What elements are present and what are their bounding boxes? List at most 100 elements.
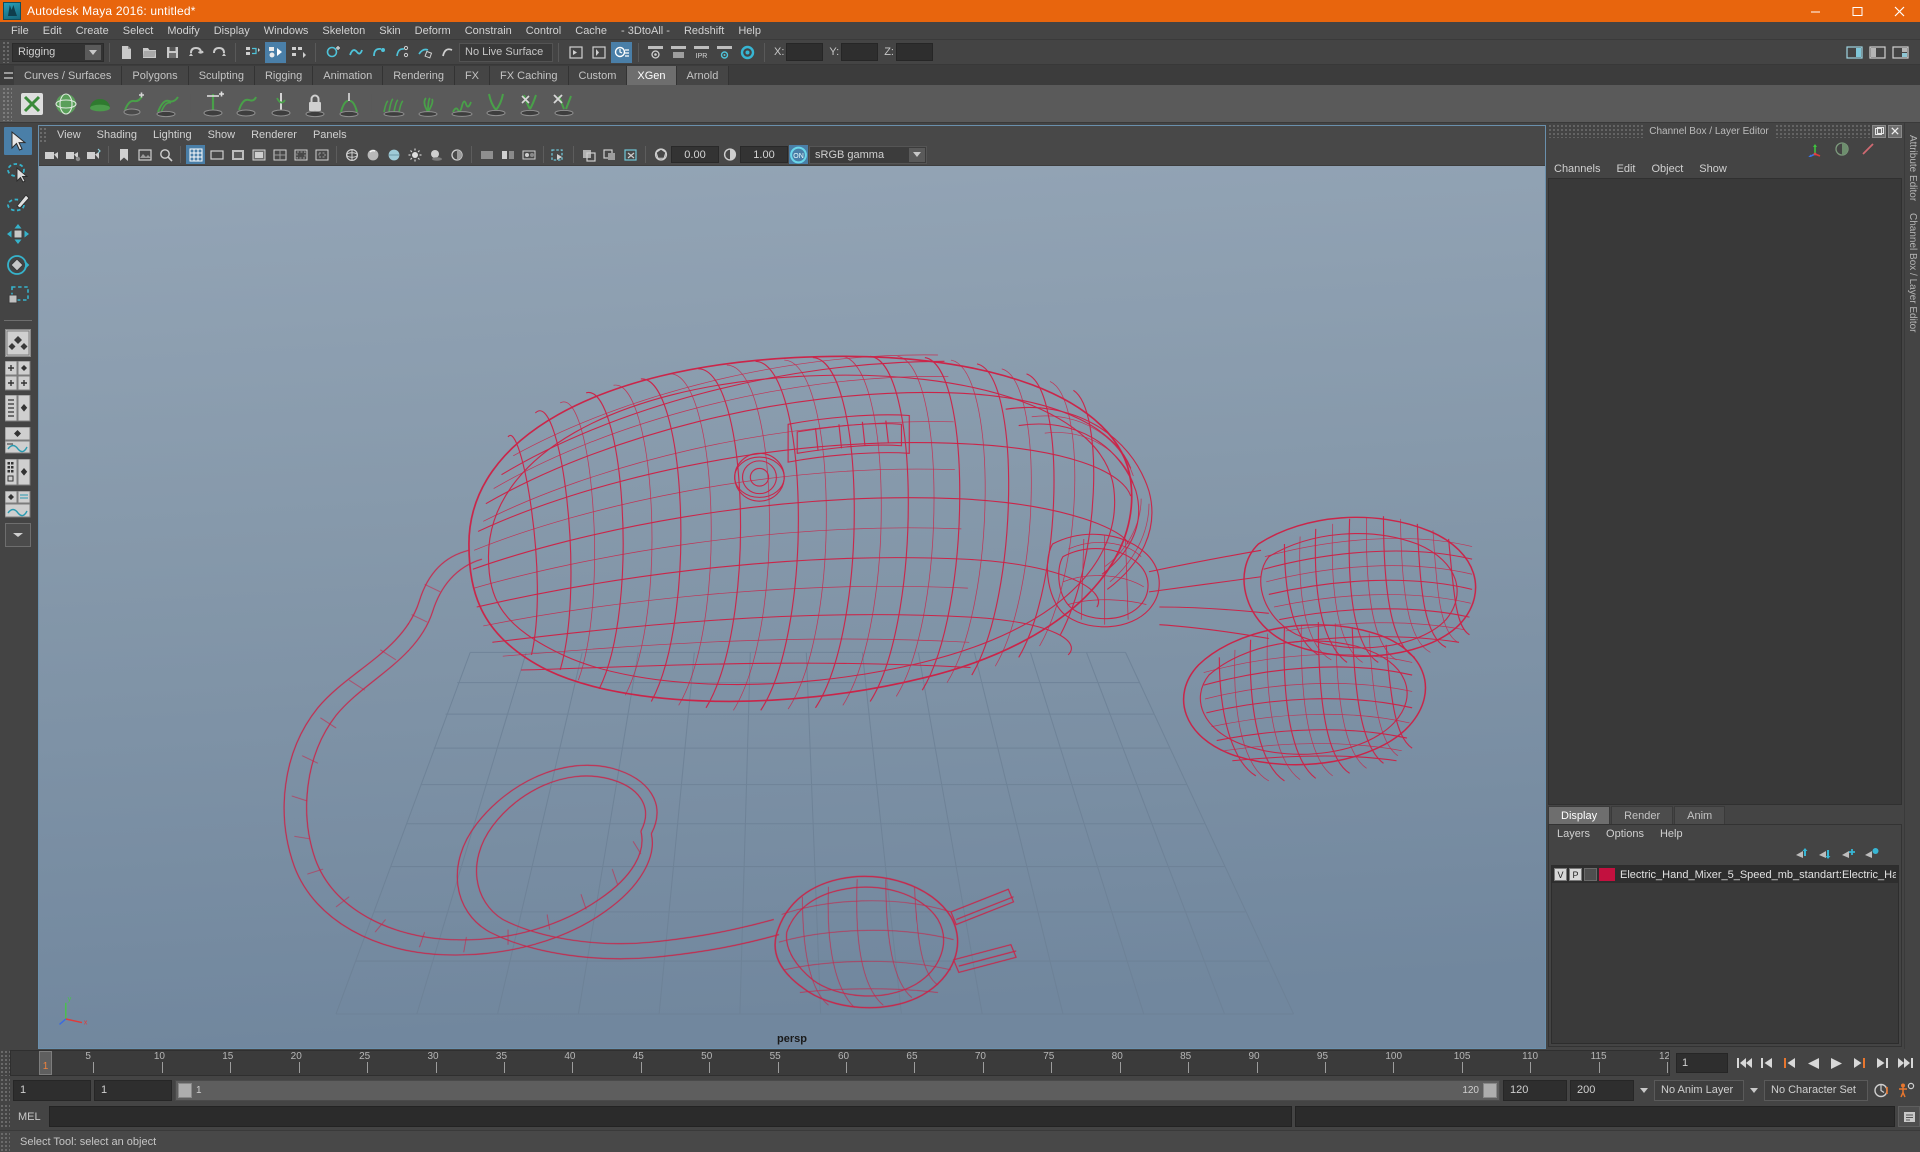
make-live-icon[interactable] xyxy=(437,42,458,63)
menu-cache[interactable]: Cache xyxy=(568,22,614,40)
xgen-lock-icon[interactable] xyxy=(299,88,331,120)
channelbox-menu-channels[interactable]: Channels xyxy=(1546,159,1608,178)
animation-end-field[interactable]: 200 xyxy=(1570,1079,1634,1101)
move-tool-button[interactable] xyxy=(4,220,32,248)
safe-title-icon[interactable] xyxy=(312,145,331,164)
shelf-menu-icon[interactable] xyxy=(2,65,14,85)
redo-icon[interactable] xyxy=(208,42,229,63)
show-editor-icon[interactable] xyxy=(565,42,586,63)
new-scene-icon[interactable] xyxy=(116,42,137,63)
layer-playback-toggle[interactable]: P xyxy=(1569,868,1582,881)
menu-windows[interactable]: Windows xyxy=(257,22,316,40)
image-plane-icon[interactable] xyxy=(135,145,154,164)
hardware-texturing-icon[interactable] xyxy=(384,145,403,164)
viewport-menu-renderer[interactable]: Renderer xyxy=(243,126,305,144)
exposure-field[interactable]: 0.00 xyxy=(671,146,719,163)
multisample-icon[interactable] xyxy=(498,145,517,164)
range-start-field[interactable]: 1 xyxy=(94,1079,172,1101)
tab-channel-box-layer-editor[interactable]: Channel Box / Layer Editor xyxy=(1907,213,1918,333)
viewport-menu-show[interactable]: Show xyxy=(200,126,244,144)
screen-space-ao-icon[interactable] xyxy=(447,145,466,164)
viewport-menu-panels[interactable]: Panels xyxy=(305,126,355,144)
menu-modify[interactable]: Modify xyxy=(160,22,206,40)
step-forward-key-icon[interactable] xyxy=(1849,1053,1870,1074)
snap-to-projected-center-icon[interactable] xyxy=(391,42,412,63)
wireframe-icon[interactable] xyxy=(342,145,361,164)
menu-deform[interactable]: Deform xyxy=(408,22,458,40)
viewport-menu-shading[interactable]: Shading xyxy=(89,126,145,144)
xgen-remove-icon[interactable] xyxy=(548,88,580,120)
new-layer-icon[interactable] xyxy=(1841,847,1856,860)
chevron-down-icon[interactable] xyxy=(1747,1087,1761,1093)
layer-menu-options[interactable]: Options xyxy=(1598,825,1652,843)
persp-graph-outliner-layout-button[interactable] xyxy=(5,491,31,519)
shelf-tab-sculpting[interactable]: Sculpting xyxy=(188,66,255,85)
xgen-length-icon[interactable] xyxy=(265,88,297,120)
isolate-select-icon[interactable] xyxy=(549,145,568,164)
xgen-part-icon[interactable] xyxy=(333,88,365,120)
coord-x-input[interactable] xyxy=(786,43,824,61)
menu-3dtoall[interactable]: - 3DtoAll - xyxy=(614,22,677,40)
coord-y-input[interactable] xyxy=(841,43,879,61)
undo-icon[interactable] xyxy=(185,42,206,63)
tab-attribute-editor[interactable]: Attribute Editor xyxy=(1907,135,1918,201)
layer-list[interactable]: V P Electric_Hand_Mixer_5_Speed_mb_stand… xyxy=(1551,865,1899,1044)
tab-render[interactable]: Render xyxy=(1611,806,1674,824)
channelbox-menu-object[interactable]: Object xyxy=(1643,159,1691,178)
command-language-label[interactable]: MEL xyxy=(10,1111,49,1123)
titlebar-drag-handle[interactable] xyxy=(1774,124,1871,138)
select-camera-icon[interactable] xyxy=(42,145,61,164)
menu-edit[interactable]: Edit xyxy=(36,22,69,40)
shelf-tab-rigging[interactable]: Rigging xyxy=(254,66,314,85)
go-to-end-icon[interactable] xyxy=(1895,1053,1916,1074)
channelbox-menu-edit[interactable]: Edit xyxy=(1608,159,1643,178)
range-bar[interactable]: 1 120 xyxy=(175,1079,1500,1101)
xray-joints-icon[interactable] xyxy=(600,145,619,164)
xgen-clump-icon[interactable] xyxy=(412,88,444,120)
menu-redshift[interactable]: Redshift xyxy=(677,22,731,40)
show-hypergraph-icon[interactable] xyxy=(588,42,609,63)
animation-preferences-icon[interactable] xyxy=(1895,1080,1916,1101)
shelf-gripper[interactable] xyxy=(2,86,12,121)
select-by-component-icon[interactable] xyxy=(288,42,309,63)
menu-select[interactable]: Select xyxy=(116,22,161,40)
chevron-down-icon[interactable] xyxy=(909,147,925,162)
xgen-move-icon[interactable] xyxy=(231,88,263,120)
menu-skeleton[interactable]: Skeleton xyxy=(315,22,372,40)
channelbox-menu-show[interactable]: Show xyxy=(1691,159,1735,178)
close-icon[interactable] xyxy=(1888,124,1903,138)
live-surface-field[interactable]: No Live Surface xyxy=(459,42,553,62)
show-channel-box-icon[interactable] xyxy=(1890,42,1911,63)
auto-keyframe-icon[interactable] xyxy=(1871,1080,1892,1101)
layer-visibility-toggle[interactable]: V xyxy=(1554,868,1567,881)
resolution-gate-icon[interactable] xyxy=(228,145,247,164)
shadows-icon[interactable] xyxy=(426,145,445,164)
safe-action-icon[interactable] xyxy=(291,145,310,164)
grid-toggle-icon[interactable] xyxy=(186,145,205,164)
undock-icon[interactable] xyxy=(1872,124,1887,138)
current-time-indicator[interactable]: 1 xyxy=(39,1051,52,1075)
shelf-tab-custom[interactable]: Custom xyxy=(568,66,628,85)
snap-to-grid-icon[interactable] xyxy=(322,42,343,63)
move-layer-up-icon[interactable] xyxy=(1795,847,1810,860)
show-attribute-editor-icon[interactable] xyxy=(1844,42,1865,63)
command-output[interactable] xyxy=(1295,1106,1895,1127)
time-slider-gripper[interactable] xyxy=(0,1050,10,1076)
show-tool-settings-icon[interactable] xyxy=(1867,42,1888,63)
rotate-tool-button[interactable] xyxy=(4,251,32,279)
go-to-start-icon[interactable] xyxy=(1734,1053,1755,1074)
play-forwards-icon[interactable] xyxy=(1826,1053,1847,1074)
viewport-menu-view[interactable]: View xyxy=(49,126,89,144)
xgen-add-guide-icon[interactable] xyxy=(118,88,150,120)
move-layer-down-icon[interactable] xyxy=(1818,847,1833,860)
xray-active-components-icon[interactable] xyxy=(621,145,640,164)
command-line-gripper[interactable] xyxy=(0,1104,10,1129)
paint-select-tool-button[interactable] xyxy=(4,189,32,217)
close-button[interactable] xyxy=(1878,0,1920,22)
single-perspective-layout-button[interactable] xyxy=(5,329,31,357)
menu-control[interactable]: Control xyxy=(519,22,568,40)
lock-camera-icon[interactable] xyxy=(63,145,82,164)
character-set-selector[interactable]: No Character Set xyxy=(1764,1079,1868,1101)
render-settings-icon[interactable] xyxy=(714,42,735,63)
gamma-icon[interactable] xyxy=(720,145,739,164)
